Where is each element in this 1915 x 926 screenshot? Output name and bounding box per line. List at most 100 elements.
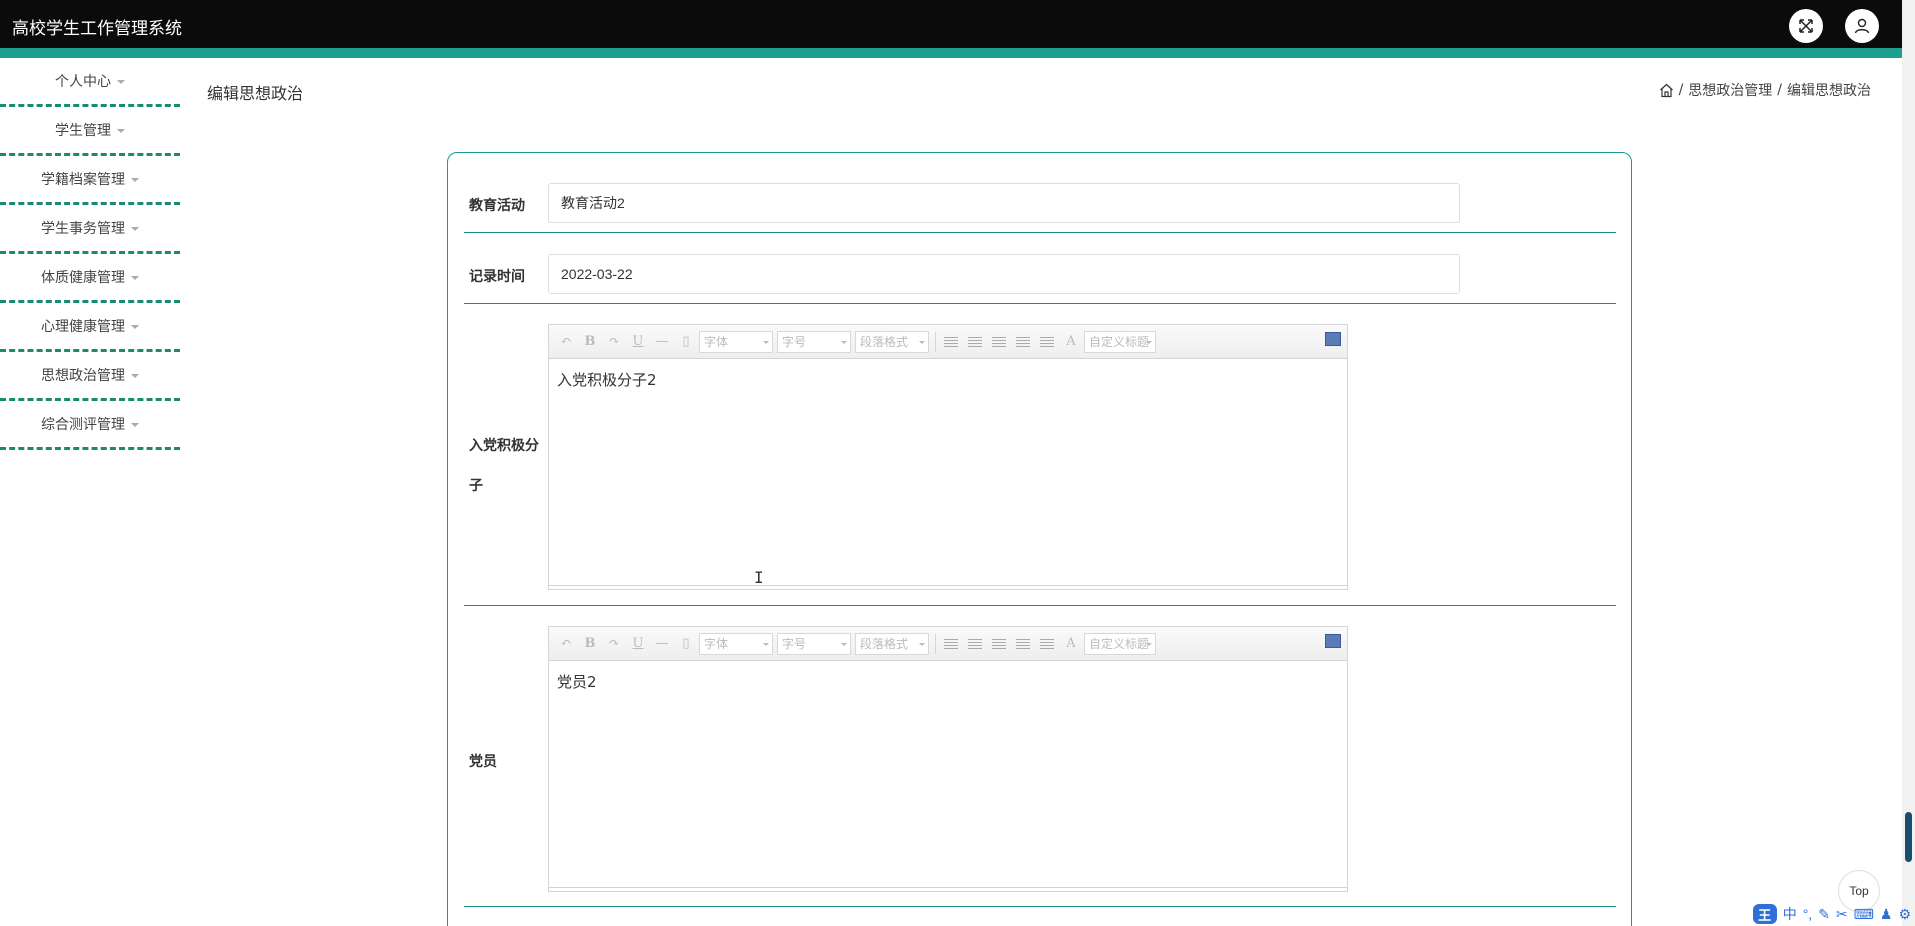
education-activity-input[interactable]: 教育活动2 [548,183,1460,223]
custom-title-select[interactable]: 自定义标题 [1084,632,1156,655]
document-icon[interactable]: ▯ [675,633,697,655]
fullscreen-button[interactable] [1789,9,1823,43]
editor-toolbar: ↶ B ↷ U — ▯ 字体 字号 段落格式 A 自定义标题 [549,325,1347,359]
party-activist-label: 入党积极分子 [469,438,539,494]
table-icon[interactable] [940,633,962,655]
fullscreen-editor-icon[interactable] [1325,332,1341,346]
top-header: 高校学生工作管理系统 [0,0,1902,48]
redo-icon[interactable]: ↷ [603,633,625,655]
toolbar-divider [935,331,936,352]
custom-title-select[interactable]: 自定义标题 [1084,330,1156,353]
breadcrumb: / 思想政治管理 / 编辑思想政治 [1659,80,1871,100]
sidebar-item-student-management[interactable]: 学生管理 [0,107,180,156]
breadcrumb-item: 编辑思想政治 [1787,83,1871,99]
breadcrumb-item[interactable]: 思想政治管理 [1688,80,1772,100]
underline-button[interactable]: U [627,633,649,655]
table-icon[interactable] [940,331,962,353]
party-activist-editor[interactable]: ↶ B ↷ U — ▯ 字体 字号 段落格式 A 自定义标题 入党积极分子2 [548,324,1348,590]
ime-logo[interactable]: 王 [1752,904,1777,924]
toolbar-divider [935,633,936,654]
sidebar-item-label: 学生管理 [55,123,111,139]
edit-form: 教育活动 教育活动2 记录时间 2022-03-22 入党积极分子 ↶ B ↷ … [447,152,1632,926]
sidebar-item-comprehensive-evaluation[interactable]: 综合测评管理 [0,401,180,450]
editor-content[interactable]: 党员2 [549,661,1347,887]
sidebar-item-label: 个人中心 [55,74,111,90]
caret-down-icon [131,227,139,231]
page-title: 编辑思想政治 [207,84,304,103]
page-scrollbar[interactable] [1902,0,1915,926]
scrollbar-thumb[interactable] [1905,812,1912,862]
bold-button[interactable]: B [579,633,601,655]
sidebar-item-label: 综合测评管理 [41,417,125,433]
sidebar-item-physical-health[interactable]: 体质健康管理 [0,254,180,303]
horizontal-rule-button[interactable]: — [651,331,673,353]
caret-down-icon [117,129,125,133]
align-center-icon[interactable] [1012,331,1034,353]
editor-toolbar: ↶ B ↷ U — ▯ 字体 字号 段落格式 A 自定义标题 [549,627,1347,661]
shirt-icon[interactable]: ♟ [1880,906,1893,923]
user-icon [1854,18,1870,34]
caret-down-icon [131,423,139,427]
editor-content[interactable]: 入党积极分子2 [549,359,1347,585]
underline-button[interactable]: U [627,331,649,353]
align-justify-icon[interactable] [1036,331,1058,353]
form-row-education-activity: 教育活动 教育活动2 [464,153,1616,233]
align-left-icon[interactable] [964,331,986,353]
form-row-party-activist: 入党积极分子 ↶ B ↷ U — ▯ 字体 字号 段落格式 A 自定义标题 入党… [464,304,1616,606]
text-cursor-icon: I [754,568,764,587]
undo-icon[interactable]: ↶ [555,331,577,353]
font-color-button[interactable]: A [1060,633,1082,655]
caret-down-icon [131,325,139,329]
sidebar-item-label: 体质健康管理 [41,270,125,286]
font-color-button[interactable]: A [1060,331,1082,353]
font-size-select[interactable]: 字号 [777,330,851,353]
fullscreen-editor-icon[interactable] [1325,634,1341,648]
align-left-icon[interactable] [964,633,986,655]
bold-button[interactable]: B [579,331,601,353]
align-center-icon[interactable] [1012,633,1034,655]
font-size-select[interactable]: 字号 [777,632,851,655]
form-row-party-member: 党员 ↶ B ↷ U — ▯ 字体 字号 段落格式 A 自定义标题 党员2 [464,606,1616,907]
caret-down-icon [117,80,125,84]
sidebar-item-label: 学生事务管理 [41,221,125,237]
fullscreen-icon [1799,19,1813,33]
app-title: 高校学生工作管理系统 [12,19,182,39]
user-button[interactable] [1845,9,1879,43]
education-activity-label: 教育活动 [469,198,525,214]
sidebar-item-label: 思想政治管理 [41,368,125,384]
undo-icon[interactable]: ↶ [555,633,577,655]
paragraph-format-select[interactable]: 段落格式 [855,330,929,353]
horizontal-rule-button[interactable]: — [651,633,673,655]
sidebar-item-mental-health[interactable]: 心理健康管理 [0,303,180,352]
pen-icon[interactable]: ✎ [1818,906,1830,923]
align-right-icon[interactable] [988,633,1010,655]
align-right-icon[interactable] [988,331,1010,353]
home-icon[interactable] [1659,83,1674,98]
sidebar-item-label: 学籍档案管理 [41,172,125,188]
redo-icon[interactable]: ↷ [603,331,625,353]
ime-toolbar[interactable]: 王 中 °, ✎ ✂ ⌨ ♟ ⚙ [1749,902,1915,926]
caret-down-icon [131,374,139,378]
document-icon[interactable]: ▯ [675,331,697,353]
align-justify-icon[interactable] [1036,633,1058,655]
ime-mode[interactable]: 中 [1783,904,1797,924]
sidebar-item-affairs-management[interactable]: 学生事务管理 [0,205,180,254]
caret-down-icon [131,276,139,280]
sidebar-item-label: 心理健康管理 [41,319,125,335]
accent-bar [0,48,1902,58]
font-family-select[interactable]: 字体 [699,330,773,353]
sidebar-item-personal-center[interactable]: 个人中心 [0,58,180,107]
keyboard-icon[interactable]: ⌨ [1854,906,1874,923]
party-member-editor[interactable]: ↶ B ↷ U — ▯ 字体 字号 段落格式 A 自定义标题 党员2 [548,626,1348,892]
ime-punctuation[interactable]: °, [1803,906,1813,922]
record-time-label: 记录时间 [469,269,525,285]
sidebar-item-archive-management[interactable]: 学籍档案管理 [0,156,180,205]
paragraph-format-select[interactable]: 段落格式 [855,632,929,655]
scissors-icon[interactable]: ✂ [1836,906,1848,923]
record-time-input[interactable]: 2022-03-22 [548,254,1460,294]
font-family-select[interactable]: 字体 [699,632,773,655]
sidebar-item-ideology-politics[interactable]: 思想政治管理 [0,352,180,401]
editor-footer [549,887,1347,891]
editor-footer [549,585,1347,589]
settings-icon[interactable]: ⚙ [1898,906,1911,923]
